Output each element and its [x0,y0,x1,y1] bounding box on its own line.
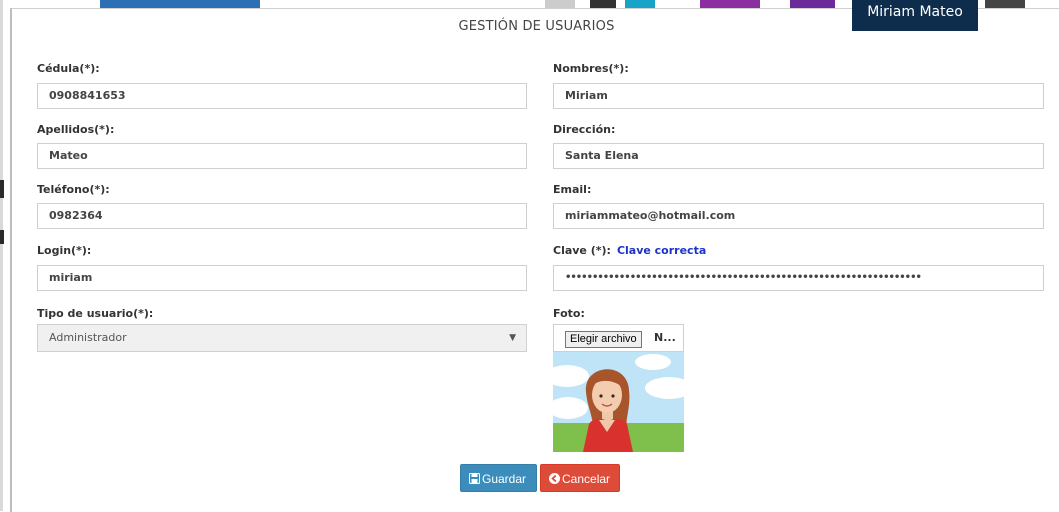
cedula-label: Cédula(*): [37,62,100,75]
foto-label: Foto: [553,307,585,320]
file-name: N... [654,331,676,344]
email-input[interactable]: miriammateo@hotmail.com [553,203,1044,229]
apellidos-input[interactable]: Mateo [37,143,527,169]
nombres-label: Nombres(*): [553,62,629,75]
choose-file-button[interactable]: Elegir archivo [565,331,642,348]
floppy-disk-icon [469,466,480,494]
direccion-input[interactable]: Santa Elena [553,143,1044,169]
clave-label-text: Clave (*): [553,244,611,257]
login-label: Login(*): [37,244,92,257]
background-mark [0,230,4,244]
user-name: Miriam Mateo [867,4,963,20]
cedula-input[interactable]: 0908841653 [37,83,527,109]
login-input[interactable]: miriam [37,265,527,291]
cancel-label: Cancelar [562,472,611,486]
cancel-button[interactable]: Cancelar [540,464,620,492]
tipo-usuario-label: Tipo de usuario(*): [37,307,154,320]
clave-label: Clave (*): Clave correcta [553,244,706,257]
clave-input[interactable]: ••••••••••••••••••••••••••••••••••••••••… [553,265,1044,291]
user-photo-preview [553,352,684,452]
save-label: Guardar [482,472,527,486]
circle-arrow-left-icon [549,466,560,494]
apellidos-label: Apellidos(*): [37,123,115,136]
clave-status: Clave correcta [616,244,707,257]
background-mark [0,180,4,198]
user-name-badge[interactable]: Miriam Mateo [852,0,978,31]
telefono-input[interactable]: 0982364 [37,203,527,229]
foto-file-input[interactable]: Elegir archivo N... [553,324,684,352]
email-label: Email: [553,183,592,196]
tipo-usuario-select[interactable]: Administrador ▼ [37,324,527,352]
caret-down-icon: ▼ [509,333,516,343]
tipo-usuario-value: Administrador [49,331,127,344]
save-button[interactable]: Guardar [460,464,537,492]
direccion-label: Dirección: [553,123,616,136]
telefono-label: Teléfono(*): [37,183,110,196]
background-edge [0,0,3,511]
avatar-illustration [553,352,684,452]
nombres-input[interactable]: Miriam [553,83,1044,109]
